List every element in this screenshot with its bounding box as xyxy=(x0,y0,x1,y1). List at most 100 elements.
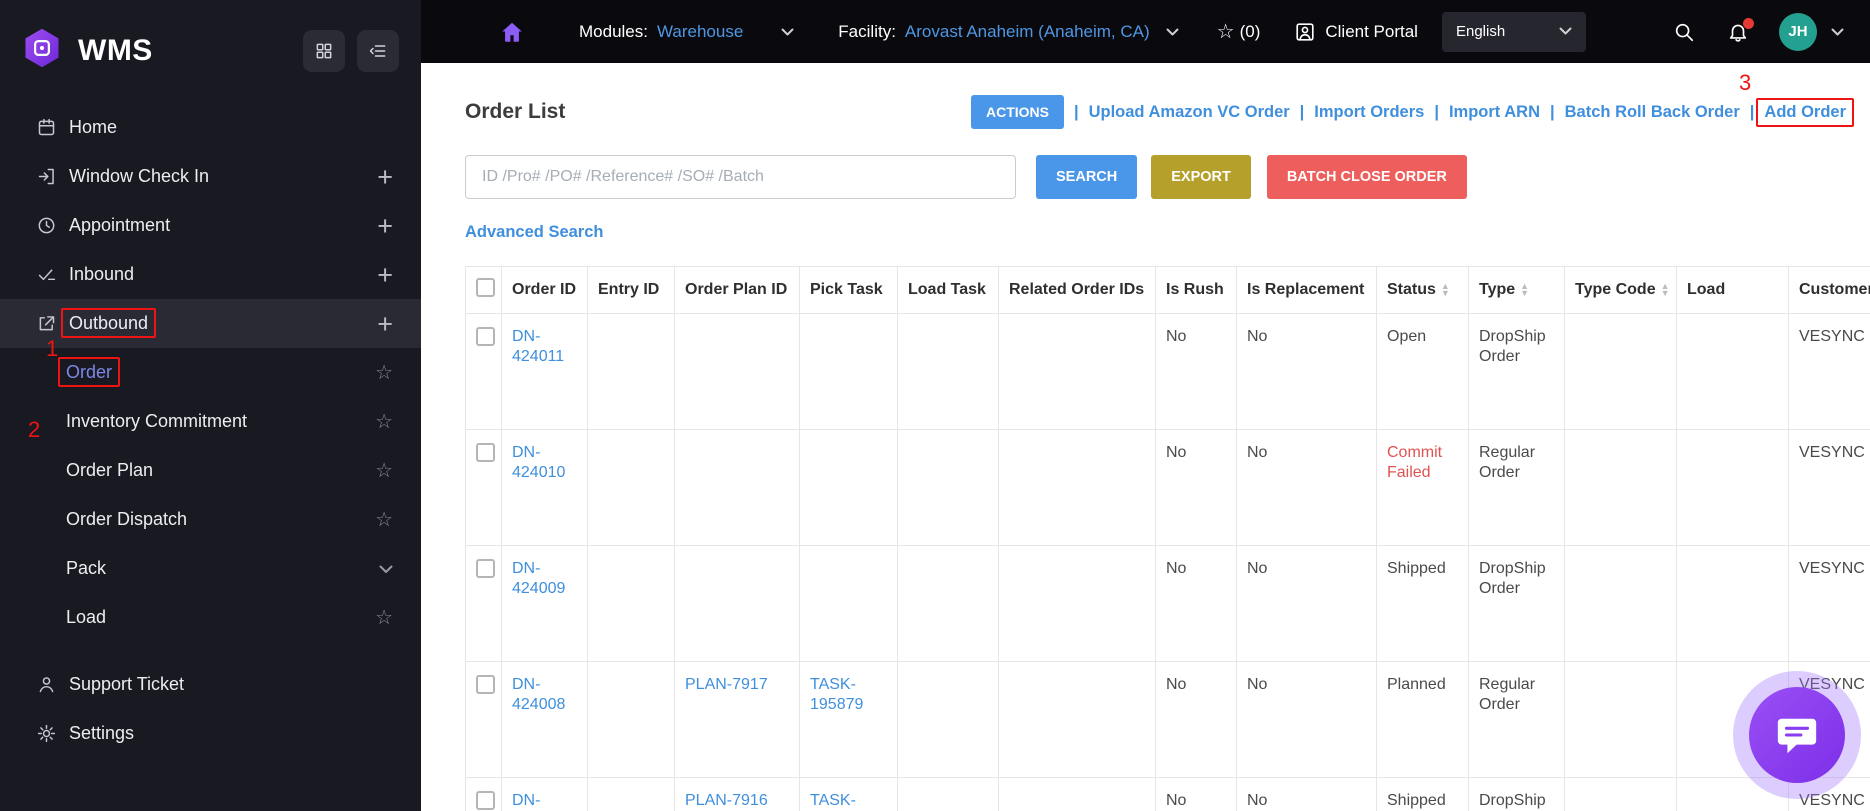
order-search-input[interactable] xyxy=(465,155,1016,199)
chevron-down-icon[interactable] xyxy=(781,22,794,42)
is-rush-cell: No xyxy=(1155,313,1237,430)
sidebar-item-inbound[interactable]: Inbound + xyxy=(0,250,421,299)
col-load[interactable]: Load xyxy=(1676,266,1789,314)
chevron-down-icon[interactable] xyxy=(1831,22,1844,42)
batch-roll-back-order-link[interactable]: Batch Roll Back Order xyxy=(1565,103,1740,122)
import-orders-link[interactable]: Import Orders xyxy=(1314,103,1424,122)
client-portal-label: Client Portal xyxy=(1325,21,1418,41)
sidebar-item-appointment[interactable]: Appointment + xyxy=(0,201,421,250)
favorites-button[interactable]: ☆ (0) xyxy=(1217,19,1261,44)
type-cell: Regular Order xyxy=(1468,661,1565,778)
import-arn-link[interactable]: Import ARN xyxy=(1449,103,1540,122)
actions-button[interactable]: ACTIONS xyxy=(970,95,1064,129)
order-plan-id-link[interactable]: PLAN-7916 xyxy=(685,792,768,809)
col-load-task[interactable]: Load Task xyxy=(897,266,999,314)
sort-icon[interactable]: ▲ ▼ xyxy=(1661,281,1670,297)
select-all-header xyxy=(465,266,502,314)
chevron-down-icon[interactable] xyxy=(379,558,393,579)
chat-button[interactable] xyxy=(1749,687,1845,783)
sidebar-item-order-plan[interactable]: Order Plan ☆ xyxy=(0,446,421,495)
advanced-search-link[interactable]: Advanced Search xyxy=(465,223,603,242)
batch-close-order-button[interactable]: BATCH CLOSE ORDER xyxy=(1266,155,1467,199)
sidebar-item-support-ticket[interactable]: Support Ticket xyxy=(0,660,421,709)
order-id-link[interactable]: DN-424010 xyxy=(512,444,565,481)
col-status[interactable]: Status ▲ ▼ xyxy=(1376,266,1469,314)
row-checkbox[interactable] xyxy=(476,675,495,694)
sidebar-item-order[interactable]: Order ☆ xyxy=(0,348,421,397)
pick-task-link[interactable]: TASK-195879 xyxy=(810,676,863,713)
order-id-link[interactable]: DN-424007 xyxy=(512,792,565,811)
avatar[interactable]: JH xyxy=(1779,12,1817,51)
sort-icon[interactable]: ▲ ▼ xyxy=(1520,281,1529,297)
pick-task-cell xyxy=(799,313,898,430)
row-checkbox[interactable] xyxy=(476,791,495,810)
related-order-ids-cell xyxy=(998,429,1156,546)
add-order-link[interactable]: Add Order xyxy=(1756,97,1854,127)
search-button[interactable]: SEARCH xyxy=(1036,155,1138,199)
sidebar-item-pack[interactable]: Pack xyxy=(0,544,421,593)
is-replacement-cell: No xyxy=(1236,429,1377,546)
home-icon[interactable] xyxy=(499,19,525,45)
sidebar-item-inventory-commitment[interactable]: Inventory Commitment ☆ xyxy=(0,397,421,446)
col-order-plan-id[interactable]: Order Plan ID xyxy=(674,266,800,314)
search-button[interactable] xyxy=(1673,21,1695,43)
col-customer[interactable]: Customer xyxy=(1788,266,1870,314)
order-id-link[interactable]: DN-424009 xyxy=(512,560,565,597)
order-id-link[interactable]: DN-424011 xyxy=(512,328,564,365)
row-checkbox[interactable] xyxy=(476,443,495,462)
load-cell xyxy=(1676,429,1789,546)
order-id-link[interactable]: DN-424008 xyxy=(512,676,565,713)
favorite-star-icon[interactable]: ☆ xyxy=(375,605,393,630)
facility-value[interactable]: Arovast Anaheim (Anaheim, CA) xyxy=(905,22,1150,42)
upload-amazon-vc-order-link[interactable]: Upload Amazon VC Order xyxy=(1089,103,1290,122)
sidebar-item-settings[interactable]: Settings xyxy=(0,709,421,758)
client-portal-button[interactable]: Client Portal xyxy=(1294,21,1418,43)
collapse-menu-icon xyxy=(369,44,386,57)
expand-plus-icon[interactable]: + xyxy=(377,310,393,337)
col-order-id[interactable]: Order ID xyxy=(501,266,588,314)
col-type[interactable]: Type ▲ ▼ xyxy=(1468,266,1565,314)
expand-plus-icon[interactable]: + xyxy=(377,261,393,288)
col-related-order-ids[interactable]: Related Order IDs xyxy=(998,266,1156,314)
related-order-ids-cell xyxy=(998,545,1156,662)
order-plan-id-link[interactable]: PLAN-7917 xyxy=(685,676,768,693)
checkbox-cell xyxy=(465,313,502,430)
sidebar-item-label: Outbound xyxy=(61,308,377,338)
sidebar-item-label: Settings xyxy=(69,723,135,743)
sidebar-item-window-check-in[interactable]: Window Check In + xyxy=(0,152,421,201)
facility-selector[interactable]: Facility: Arovast Anaheim (Anaheim, CA) xyxy=(838,22,1179,42)
modules-selector[interactable]: Modules: Warehouse xyxy=(579,22,794,42)
is-rush-cell: No xyxy=(1155,661,1237,778)
notifications-button[interactable] xyxy=(1727,17,1754,43)
col-is-rush[interactable]: Is Rush xyxy=(1155,266,1237,314)
row-checkbox[interactable] xyxy=(476,327,495,346)
load-task-cell xyxy=(897,661,999,778)
modules-value[interactable]: Warehouse xyxy=(657,22,743,42)
support-person-icon xyxy=(36,674,57,695)
sidebar-item-outbound[interactable]: Outbound + xyxy=(0,299,421,348)
pick-task-link[interactable]: TASK-195794 xyxy=(810,792,863,811)
col-type-code[interactable]: Type Code ▲ ▼ xyxy=(1564,266,1677,314)
favorite-star-icon[interactable]: ☆ xyxy=(375,409,393,434)
col-is-replacement[interactable]: Is Replacement xyxy=(1236,266,1377,314)
language-select[interactable]: English xyxy=(1441,11,1586,52)
type-code-cell xyxy=(1564,429,1677,546)
expand-plus-icon[interactable]: + xyxy=(377,212,393,239)
sidebar-item-load[interactable]: Load ☆ xyxy=(0,593,421,642)
col-entry-id[interactable]: Entry ID xyxy=(587,266,675,314)
favorite-star-icon[interactable]: ☆ xyxy=(375,360,393,385)
row-checkbox[interactable] xyxy=(476,559,495,578)
export-button[interactable]: EXPORT xyxy=(1151,155,1251,199)
apps-grid-button[interactable] xyxy=(303,29,345,72)
collapse-sidebar-button[interactable] xyxy=(357,29,399,72)
expand-plus-icon[interactable]: + xyxy=(377,163,393,190)
sidebar-item-home[interactable]: Home xyxy=(0,103,421,152)
sidebar-item-order-dispatch[interactable]: Order Dispatch ☆ xyxy=(0,495,421,544)
favorite-star-icon[interactable]: ☆ xyxy=(375,458,393,483)
col-pick-task[interactable]: Pick Task xyxy=(799,266,898,314)
favorites-count: (0) xyxy=(1239,21,1261,41)
favorite-star-icon[interactable]: ☆ xyxy=(375,507,393,532)
sort-icon[interactable]: ▲ ▼ xyxy=(1441,281,1450,297)
chevron-down-icon[interactable] xyxy=(1166,22,1179,42)
select-all-checkbox[interactable] xyxy=(476,278,495,297)
